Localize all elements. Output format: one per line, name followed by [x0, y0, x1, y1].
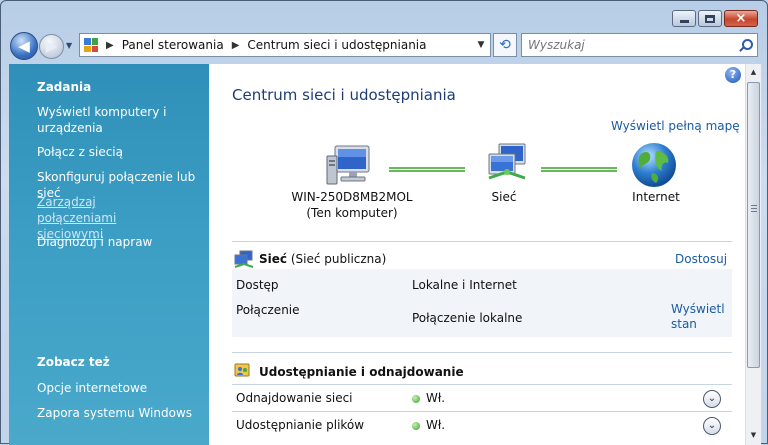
network-small-icon: [234, 250, 254, 268]
vertical-scrollbar[interactable]: ▲ ▼: [745, 64, 761, 445]
see-also-internet-options[interactable]: Opcje internetowe: [37, 380, 207, 396]
forward-button[interactable]: ▶: [39, 34, 64, 59]
scrollbar-thumb[interactable]: [747, 82, 760, 368]
computer-name: WIN-250D8MB2MOL: [291, 190, 413, 204]
network-discovery-label: Odnajdowanie sieci: [236, 391, 353, 405]
page-title: Centrum sieci i udostępniania: [232, 86, 456, 104]
back-button[interactable]: ◀: [10, 32, 38, 60]
help-icon[interactable]: ?: [725, 67, 741, 83]
breadcrumb-network-center[interactable]: Centrum sieci i udostępniania: [247, 38, 426, 52]
access-value: Lokalne i Internet: [412, 278, 517, 292]
caption-buttons: ×: [672, 10, 758, 27]
breadcrumb-separator-icon[interactable]: ▶: [106, 40, 114, 51]
file-sharing-label: Udostępnianie plików: [236, 418, 365, 432]
task-connect-network[interactable]: Połącz z siecią: [37, 144, 207, 160]
grip-icon: [751, 205, 757, 212]
search-box[interactable]: [521, 33, 758, 57]
address-bar[interactable]: ▶ Panel sterowania ▶ Centrum sieci i udo…: [79, 33, 491, 57]
computer-icon[interactable]: [325, 142, 373, 190]
network-name: Sieć: [259, 252, 288, 266]
computer-subtitle: (Ten komputer): [306, 206, 398, 220]
network-type: (Sieć publiczna): [290, 252, 387, 266]
task-view-computers[interactable]: Wyświetl komputery i urządzenia: [37, 104, 167, 136]
search-icon[interactable]: [739, 39, 753, 51]
connection-label: Połączenie: [236, 303, 300, 317]
scroll-up-icon[interactable]: ▲: [746, 64, 761, 80]
sharing-title: Udostępnianie i odnajdowanie: [259, 365, 464, 379]
arrow-left-icon: ◀: [18, 36, 30, 55]
internet-label: Internet: [632, 190, 680, 204]
search-input[interactable]: [528, 38, 733, 52]
customize-link[interactable]: Dostosuj: [675, 252, 727, 267]
chevron-down-icon[interactable]: ▼: [472, 40, 490, 50]
connection-value: Połączenie lokalne: [412, 311, 523, 325]
see-also-firewall[interactable]: Zapora systemu Windows: [37, 405, 207, 421]
section-divider: [232, 384, 732, 385]
maximize-icon: [705, 14, 715, 23]
arrow-right-icon: ▶: [45, 37, 58, 55]
sharing-icon: [234, 363, 250, 377]
minimize-button[interactable]: [672, 10, 696, 27]
section-divider: [232, 241, 732, 242]
network-label: Sieć: [491, 190, 517, 204]
recent-pages-dropdown[interactable]: ▼: [66, 41, 72, 50]
connection-line: [541, 167, 617, 172]
sharing-section-title: Udostępnianie i odnajdowanie: [259, 365, 464, 379]
breadcrumb-control-panel[interactable]: Panel sterowania: [122, 38, 224, 52]
file-sharing-value: Wł.: [426, 418, 446, 432]
network-discovery-value: Wł.: [426, 391, 446, 405]
status-on-icon: [412, 422, 420, 430]
control-panel-icon: [84, 38, 98, 52]
task-diagnose-repair[interactable]: Diagnozuj i napraw: [37, 234, 207, 250]
network-section-title: Sieć (Sieć publiczna): [259, 252, 386, 266]
view-full-map-link[interactable]: Wyświetl pełną mapę: [611, 119, 740, 133]
close-button[interactable]: ×: [724, 10, 758, 27]
access-label: Dostęp: [236, 278, 279, 292]
main-content: ? Centrum sieci i udostępniania Wyświetl…: [209, 64, 745, 445]
refresh-icon: ⟲: [499, 37, 511, 53]
tasks-heading: Zadania: [37, 80, 92, 94]
status-on-icon: [412, 395, 420, 403]
expand-file-sharing-button[interactable]: ⌄: [703, 417, 721, 435]
refresh-button[interactable]: ⟲: [493, 33, 517, 57]
see-also-heading: Zobacz też: [37, 355, 110, 369]
scroll-down-icon[interactable]: ▼: [746, 427, 761, 443]
file-sharing-status: Wł.: [412, 418, 445, 432]
maximize-button[interactable]: [698, 10, 722, 27]
breadcrumb-separator-icon[interactable]: ▶: [232, 40, 240, 51]
globe-icon[interactable]: [630, 141, 678, 189]
expand-network-discovery-button[interactable]: ⌄: [703, 390, 721, 408]
connection-line: [389, 167, 465, 172]
view-status-link[interactable]: Wyświetl stan: [671, 302, 731, 332]
task-pane: Zadania Wyświetl komputery i urządzenia …: [9, 64, 209, 445]
window: × ◀ ▶ ▼ ▶ Panel sterowania ▶ Centrum sie…: [0, 0, 768, 445]
section-divider: [232, 352, 732, 353]
close-icon: ×: [735, 11, 747, 26]
network-icon[interactable]: [485, 142, 531, 188]
minimize-icon: [679, 20, 689, 23]
network-discovery-status: Wł.: [412, 391, 445, 405]
section-divider: [232, 411, 732, 412]
